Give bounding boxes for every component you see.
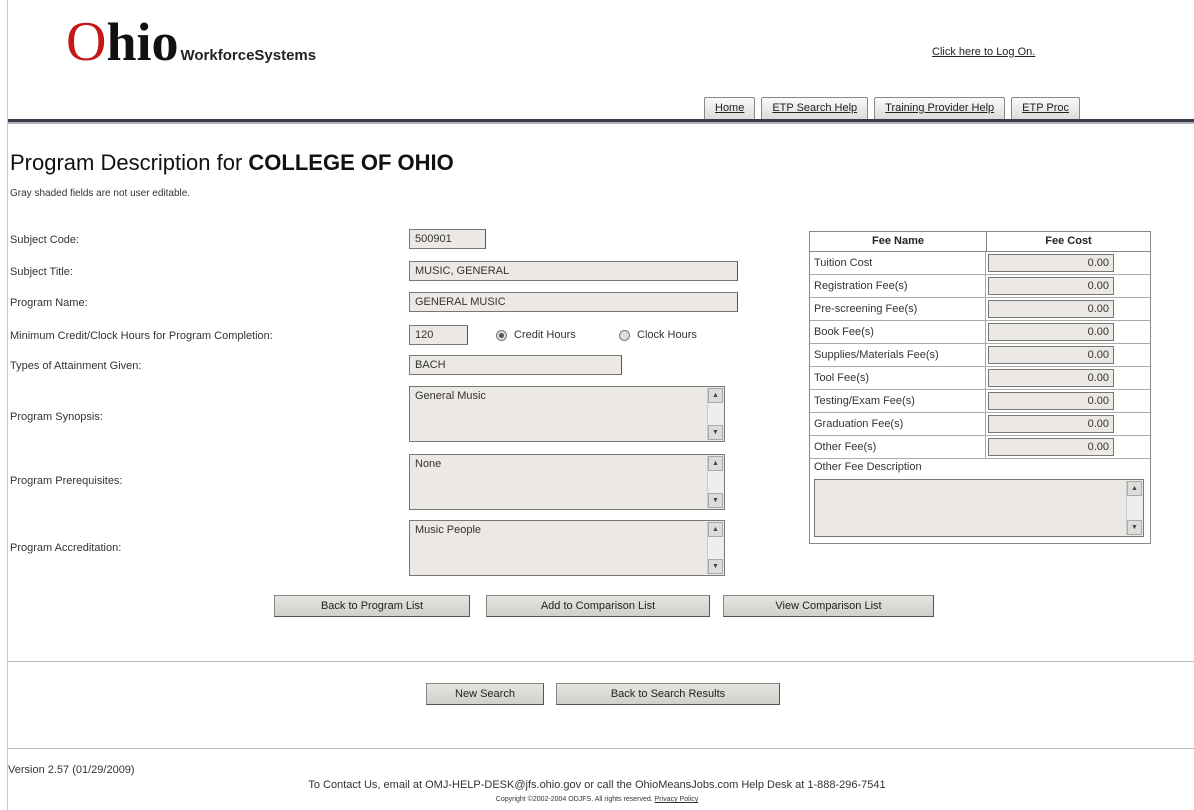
fee-cost-field[interactable]: 0.00 bbox=[988, 415, 1114, 433]
fee-name: Registration Fee(s) bbox=[810, 275, 986, 297]
fee-cost-field[interactable]: 0.00 bbox=[988, 277, 1114, 295]
scroll-up-icon[interactable]: ▲ bbox=[1127, 481, 1142, 496]
copyright-line: Copyright ©2002-2004 ODJFS. All rights r… bbox=[0, 796, 1194, 803]
fee-row: Graduation Fee(s) 0.00 bbox=[810, 413, 1150, 436]
fee-row: Other Fee(s) 0.00 bbox=[810, 436, 1150, 459]
prerequisites-scrollbar[interactable]: ▲ ▼ bbox=[707, 456, 723, 508]
tab-home[interactable]: Home bbox=[704, 97, 756, 119]
site-header: Ohio WorkforceSystems Click here to Log O… bbox=[8, 0, 1194, 124]
attainment-label: Types of Attainment Given: bbox=[10, 360, 142, 372]
fee-name: Book Fee(s) bbox=[810, 321, 986, 343]
page-title: Program Description for COLLEGE OF OHIO bbox=[10, 150, 454, 176]
fee-row: Testing/Exam Fee(s) 0.00 bbox=[810, 390, 1150, 413]
synopsis-scrollbar[interactable]: ▲ ▼ bbox=[707, 388, 723, 440]
tab-training-provider-help[interactable]: Training Provider Help bbox=[874, 97, 1006, 119]
synopsis-textarea[interactable]: General Music ▲ ▼ bbox=[409, 386, 725, 442]
fee-cost-header: Fee Cost bbox=[1045, 235, 1092, 247]
min-hours-label: Minimum Credit/Clock Hours for Program C… bbox=[10, 330, 273, 342]
scroll-down-icon[interactable]: ▼ bbox=[708, 559, 723, 574]
nav-tabs: Home ETP Search Help Training Provider H… bbox=[704, 97, 1086, 119]
clock-hours-radio[interactable] bbox=[619, 329, 630, 341]
header-divider-shadow bbox=[8, 122, 1194, 124]
fee-name: Tool Fee(s) bbox=[810, 367, 986, 389]
other-fee-description-label: Other Fee Description bbox=[814, 461, 922, 473]
fee-name: Supplies/Materials Fee(s) bbox=[810, 344, 986, 366]
credit-hours-label: Credit Hours bbox=[514, 329, 576, 341]
credit-hours-radio[interactable] bbox=[496, 329, 507, 341]
fee-name: Testing/Exam Fee(s) bbox=[810, 390, 986, 412]
accreditation-textarea[interactable]: Music People ▲ ▼ bbox=[409, 520, 725, 576]
fee-name: Graduation Fee(s) bbox=[810, 413, 986, 435]
subject-title-label: Subject Title: bbox=[10, 266, 73, 278]
scroll-down-icon[interactable]: ▼ bbox=[1127, 520, 1142, 535]
clock-hours-label: Clock Hours bbox=[637, 329, 697, 341]
fee-cost-field[interactable]: 0.00 bbox=[988, 369, 1114, 387]
program-name-field[interactable]: GENERAL MUSIC bbox=[409, 292, 738, 312]
synopsis-text: General Music bbox=[415, 390, 486, 402]
logo-hio: hio bbox=[106, 12, 179, 72]
subject-code-field[interactable]: 500901 bbox=[409, 229, 486, 249]
readonly-note: Gray shaded fields are not user editable… bbox=[10, 188, 191, 199]
accreditation-scrollbar[interactable]: ▲ ▼ bbox=[707, 522, 723, 574]
add-to-comparison-button[interactable]: Add to Comparison List bbox=[486, 595, 710, 617]
attainment-field[interactable]: BACH bbox=[409, 355, 622, 375]
version-text: Version 2.57 (01/29/2009) bbox=[8, 764, 135, 776]
privacy-policy-link[interactable]: Privacy Policy bbox=[655, 796, 699, 803]
log-on-link[interactable]: Click here to Log On. bbox=[932, 46, 1035, 58]
fee-table: Fee Name Fee Cost Tuition Cost 0.00 Regis… bbox=[809, 231, 1151, 544]
fee-name: Pre-screening Fee(s) bbox=[810, 298, 986, 320]
synopsis-label: Program Synopsis: bbox=[10, 411, 103, 423]
scroll-down-icon[interactable]: ▼ bbox=[708, 493, 723, 508]
accreditation-text: Music People bbox=[415, 524, 482, 536]
scroll-up-icon[interactable]: ▲ bbox=[708, 522, 723, 537]
copyright-text: Copyright ©2002-2004 ODJFS. All rights r… bbox=[495, 796, 653, 803]
fee-name: Other Fee(s) bbox=[810, 436, 986, 458]
logo-subtitle: WorkforceSystems bbox=[180, 47, 317, 64]
back-to-search-results-button[interactable]: Back to Search Results bbox=[556, 683, 780, 705]
ohio-logo: Ohio WorkforceSystems bbox=[66, 14, 316, 70]
fee-row: Supplies/Materials Fee(s) 0.00 bbox=[810, 344, 1150, 367]
section-divider bbox=[8, 661, 1194, 662]
fee-cost-field[interactable]: 0.00 bbox=[988, 254, 1114, 272]
fee-table-header: Fee Name Fee Cost bbox=[810, 232, 1150, 252]
min-hours-field[interactable]: 120 bbox=[409, 325, 468, 345]
subject-code-label: Subject Code: bbox=[10, 234, 80, 246]
contact-text: To Contact Us, email at OMJ-HELP-DESK@jf… bbox=[308, 779, 886, 791]
prerequisites-text: None bbox=[415, 458, 442, 470]
logo-o: O bbox=[66, 11, 107, 73]
new-search-button[interactable]: New Search bbox=[426, 683, 544, 705]
scroll-up-icon[interactable]: ▲ bbox=[708, 456, 723, 471]
other-fee-scrollbar[interactable]: ▲ ▼ bbox=[1126, 481, 1142, 535]
scroll-up-icon[interactable]: ▲ bbox=[708, 388, 723, 403]
view-comparison-button[interactable]: View Comparison List bbox=[723, 595, 934, 617]
scroll-down-icon[interactable]: ▼ bbox=[708, 425, 723, 440]
clock-hours-option[interactable]: Clock Hours bbox=[619, 329, 697, 341]
fee-row: Tool Fee(s) 0.00 bbox=[810, 367, 1150, 390]
fee-row: Tuition Cost 0.00 bbox=[810, 252, 1150, 275]
back-to-program-list-button[interactable]: Back to Program List bbox=[274, 595, 470, 617]
fee-row: Book Fee(s) 0.00 bbox=[810, 321, 1150, 344]
page-title-org: COLLEGE OF OHIO bbox=[248, 150, 454, 175]
fee-cost-field[interactable]: 0.00 bbox=[988, 346, 1114, 364]
fee-name: Tuition Cost bbox=[810, 252, 986, 274]
accreditation-label: Program Accreditation: bbox=[10, 542, 122, 554]
subject-title-field[interactable]: MUSIC, GENERAL bbox=[409, 261, 738, 281]
fee-cost-field[interactable]: 0.00 bbox=[988, 323, 1114, 341]
fee-cost-field[interactable]: 0.00 bbox=[988, 438, 1114, 456]
credit-hours-option[interactable]: Credit Hours bbox=[496, 329, 576, 341]
fee-cost-field[interactable]: 0.00 bbox=[988, 300, 1114, 318]
fee-cost-field[interactable]: 0.00 bbox=[988, 392, 1114, 410]
fee-name-header: Fee Name bbox=[810, 232, 987, 251]
fee-row: Pre-screening Fee(s) 0.00 bbox=[810, 298, 1150, 321]
tab-etp-search-help[interactable]: ETP Search Help bbox=[761, 97, 869, 119]
prerequisites-textarea[interactable]: None ▲ ▼ bbox=[409, 454, 725, 510]
tab-etp-proc[interactable]: ETP Proc bbox=[1011, 97, 1081, 119]
other-fee-description-textarea[interactable]: ▲ ▼ bbox=[814, 479, 1144, 537]
program-name-label: Program Name: bbox=[10, 297, 88, 309]
fee-row: Registration Fee(s) 0.00 bbox=[810, 275, 1150, 298]
footer-divider bbox=[8, 748, 1194, 749]
prerequisites-label: Program Prerequisites: bbox=[10, 475, 123, 487]
page-title-prefix: Program Description for bbox=[10, 150, 249, 175]
